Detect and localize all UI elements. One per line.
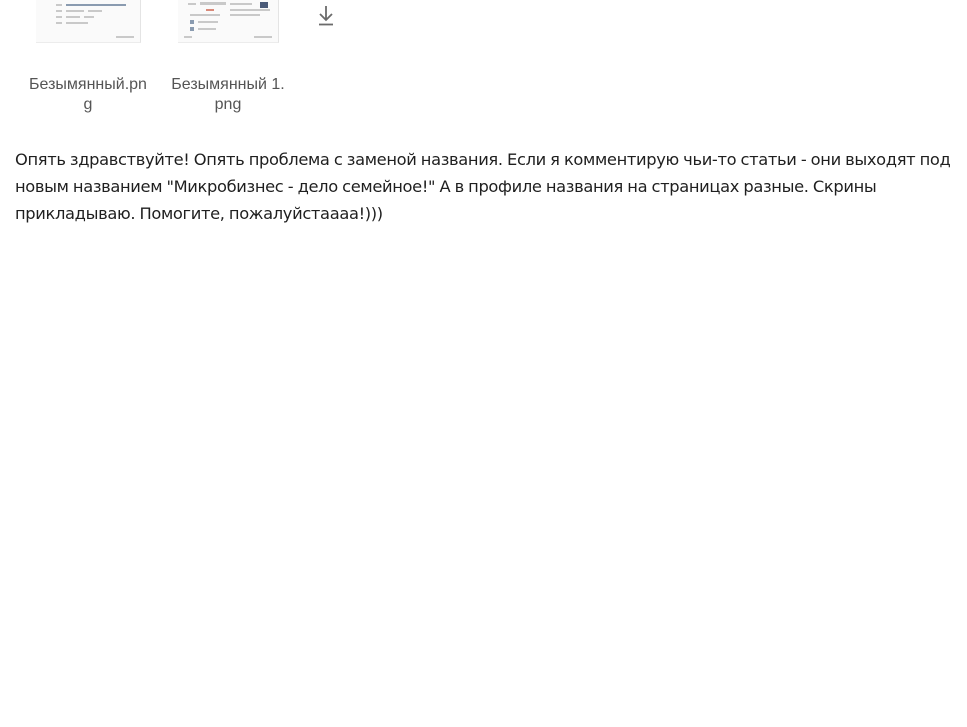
attachment-thumbnail[interactable] <box>177 0 279 43</box>
message-body: Опять здравствуйте! Опять проблема с зам… <box>15 150 951 223</box>
download-icon <box>319 6 333 26</box>
download-icon[interactable] <box>316 3 336 27</box>
attachment-thumbnail[interactable] <box>35 0 141 43</box>
attachment-file-name[interactable]: Безымянный 1.png <box>168 75 288 115</box>
attachment-item[interactable]: Безымянный 1.png <box>158 0 298 115</box>
attachment-item[interactable]: Безымянный.png <box>18 0 158 115</box>
attachments-list: Безымянный.png Безымянный 1.png <box>18 0 298 115</box>
attachment-file-name[interactable]: Безымянный.png <box>28 75 148 115</box>
message-view: Безымянный.png Безымянный 1.png Опять зд… <box>0 0 967 727</box>
